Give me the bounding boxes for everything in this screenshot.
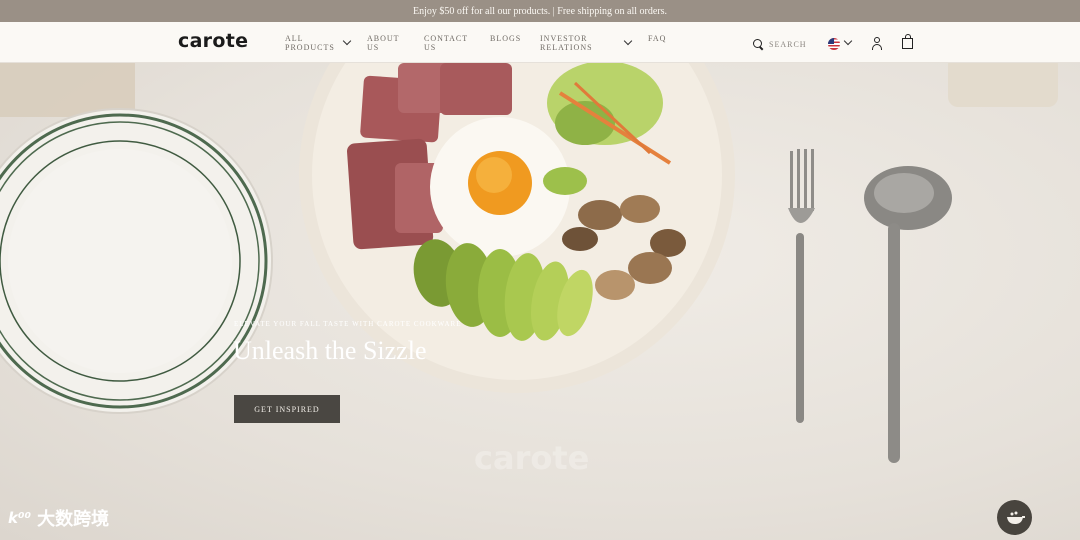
account-icon[interactable] [871, 37, 883, 50]
brand-logo[interactable]: carote [178, 30, 248, 52]
hero-eyebrow: ELEVATE YOUR FALL TASTE WITH CAROTE COOK… [234, 320, 462, 328]
napkin-right [948, 63, 1058, 107]
nav-contact-us[interactable]: CONTACT US [424, 34, 468, 52]
nav-about-us[interactable]: ABOUT US [367, 34, 400, 52]
nav-blogs[interactable]: BLOGS [490, 34, 521, 43]
chevron-down-icon[interactable] [342, 36, 352, 46]
overlay-mark: k⁰⁰ [8, 509, 32, 527]
plate-center [8, 149, 232, 373]
nav-all-products[interactable]: ALL PRODUCTS [285, 34, 335, 52]
us-flag-icon[interactable] [828, 38, 840, 50]
search-icon [753, 38, 764, 50]
search-button[interactable]: SEARCH [753, 38, 807, 50]
site-header: carote ALL PRODUCTS ABOUT US CONTACT US … [0, 22, 1080, 63]
nav-investor-relations[interactable]: INVESTOR RELATIONS [540, 34, 593, 52]
get-inspired-button[interactable]: GET INSPIRED [234, 395, 340, 423]
nav-label: INVESTOR [540, 34, 588, 43]
hero-title: Unleash the Sizzle [233, 336, 427, 365]
nav-label: FAQ [648, 34, 667, 43]
overlay-text: 大数跨境 [37, 509, 110, 530]
nav-label: CONTACT [424, 34, 469, 43]
watermark: carote [474, 439, 590, 477]
chevron-down-icon[interactable] [843, 36, 853, 46]
announcement-text: Enjoy $50 off for all our products. | Fr… [413, 5, 667, 17]
cart-icon[interactable] [902, 34, 913, 49]
nav-label: ABOUT [367, 34, 400, 43]
chevron-down-icon[interactable] [623, 36, 633, 46]
nav-label: US [367, 43, 380, 52]
chat-button[interactable] [997, 500, 1032, 535]
nav-label: ALL [285, 34, 304, 43]
nav-label: US [424, 43, 437, 52]
hero-banner: ELEVATE YOUR FALL TASTE WITH CAROTE COOK… [0, 63, 1080, 540]
nav-label: PRODUCTS [285, 43, 335, 52]
announcement-bar: Enjoy $50 off for all our products. | Fr… [0, 0, 1080, 22]
overlay-logo: k⁰⁰ 大数跨境 [8, 505, 109, 531]
search-label: SEARCH [769, 39, 807, 49]
fork [788, 149, 815, 423]
pan-icon [1006, 511, 1025, 524]
nav-label: RELATIONS [540, 43, 593, 52]
nav-faq[interactable]: FAQ [648, 34, 666, 43]
nav-label: BLOGS [490, 34, 522, 43]
ladle [864, 166, 952, 463]
